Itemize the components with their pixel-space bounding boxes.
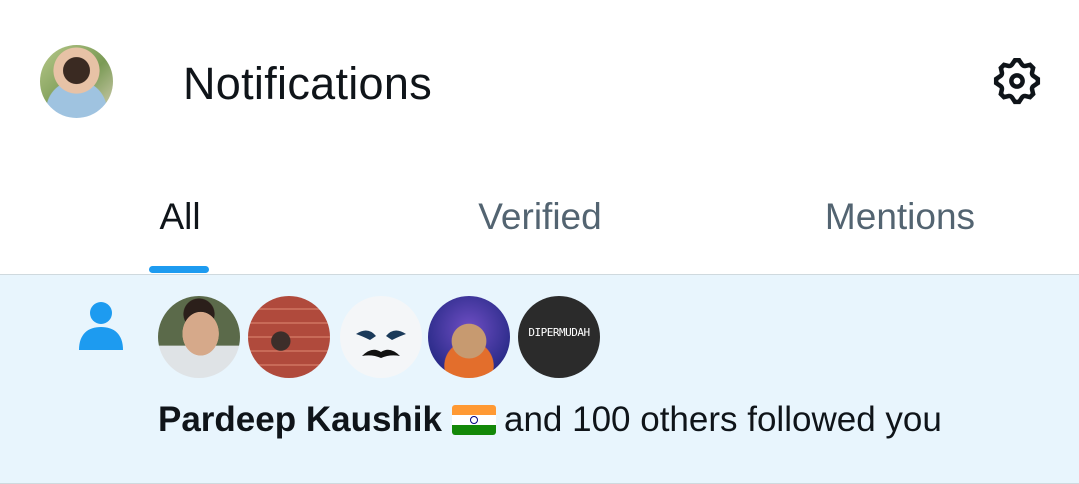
india-flag-icon bbox=[452, 405, 496, 435]
top-bar: Notifications bbox=[0, 0, 1079, 160]
follower-avatar-3[interactable] bbox=[340, 296, 422, 378]
mustache-icon bbox=[356, 330, 406, 358]
tab-verified[interactable]: Verified bbox=[360, 160, 720, 274]
follower-avatar-5-text: DIPERMUDAH bbox=[528, 326, 590, 339]
page-title: Notifications bbox=[183, 58, 433, 109]
notification-tabs: All Verified Mentions bbox=[0, 160, 1079, 275]
tab-mentions-label: Mentions bbox=[824, 196, 976, 237]
active-tab-indicator bbox=[149, 266, 209, 273]
tab-mentions[interactable]: Mentions bbox=[720, 160, 1079, 274]
follower-name[interactable]: Pardeep Kaushik bbox=[158, 400, 442, 439]
gear-icon[interactable] bbox=[990, 54, 1044, 108]
follower-avatar-2[interactable] bbox=[248, 296, 330, 378]
follower-avatar-4[interactable] bbox=[428, 296, 510, 378]
follower-avatar-5[interactable]: DIPERMUDAH bbox=[518, 296, 600, 378]
tab-verified-label: Verified bbox=[478, 196, 602, 237]
notification-message: Pardeep Kaushik and 100 others followed y… bbox=[158, 400, 942, 440]
notification-text: and 100 others followed you bbox=[504, 400, 942, 439]
user-avatar[interactable] bbox=[40, 45, 113, 118]
follower-avatar-1[interactable] bbox=[158, 296, 240, 378]
tab-all[interactable]: All bbox=[0, 160, 360, 274]
tab-all-label: All bbox=[159, 196, 201, 237]
person-icon bbox=[79, 302, 123, 350]
